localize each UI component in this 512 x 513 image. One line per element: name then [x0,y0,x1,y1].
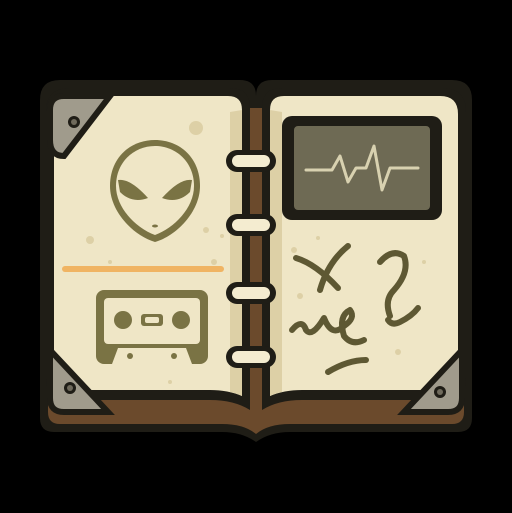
notebook-journal-icon [0,0,512,513]
waveform-monitor-icon [282,116,442,220]
highlight-line [62,266,224,272]
notebook-illustration [40,80,472,442]
cassette-tape-icon [96,290,208,364]
